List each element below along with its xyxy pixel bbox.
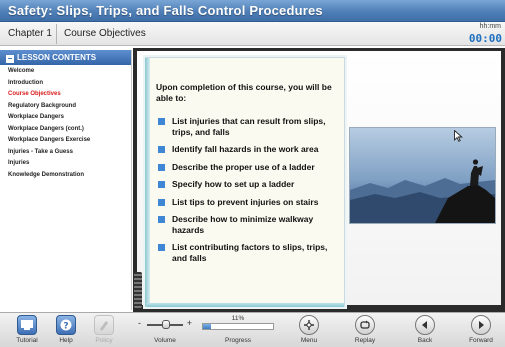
volume-caption: Volume bbox=[140, 337, 190, 344]
progress-bar bbox=[202, 323, 274, 330]
objective-item: Identify fall hazards in the work area bbox=[156, 144, 344, 155]
back-icon bbox=[415, 315, 435, 335]
objective-item: Describe how to minimize walkway hazards bbox=[156, 214, 344, 235]
lesson-item[interactable]: Regulatory Background bbox=[8, 101, 131, 113]
player-toolbar: Tutorial ? Help Policy - + Volume 11% Pr… bbox=[0, 312, 505, 347]
menu-button[interactable]: Menu bbox=[294, 315, 324, 344]
tutorial-label: Tutorial bbox=[16, 337, 38, 344]
forward-icon bbox=[471, 315, 491, 335]
progress-fill bbox=[203, 324, 211, 329]
progress-caption: Progress bbox=[212, 337, 264, 344]
back-label: Back bbox=[417, 337, 433, 344]
objectives-intro: Upon completion of this course, you will… bbox=[156, 82, 332, 103]
policy-button[interactable]: Policy bbox=[89, 315, 119, 344]
menu-icon bbox=[299, 315, 319, 335]
replay-label: Replay bbox=[354, 337, 376, 344]
objectives-panel: Upon completion of this course, you will… bbox=[134, 57, 345, 308]
lesson-item[interactable]: Knowledge Demonstration bbox=[8, 170, 131, 182]
help-label: Help bbox=[59, 337, 73, 344]
objective-item: Specify how to set up a ladder bbox=[156, 179, 344, 190]
help-icon: ? bbox=[56, 315, 76, 335]
tutorial-icon bbox=[17, 315, 37, 335]
progress-indicator: 11% bbox=[202, 315, 274, 330]
panel-edge bbox=[145, 58, 150, 306]
panel-edge bbox=[146, 303, 344, 307]
mountain-hiker-image bbox=[350, 128, 495, 223]
replay-button[interactable]: Replay bbox=[347, 315, 383, 344]
volume-down-icon[interactable]: - bbox=[138, 318, 141, 328]
mouse-pointer-icon bbox=[454, 130, 463, 142]
lesson-item[interactable]: Injuries - Take a Guess bbox=[8, 147, 131, 159]
timer-label: hh:mm bbox=[479, 23, 501, 30]
volume-up-icon[interactable]: + bbox=[187, 318, 192, 328]
hiker-photo bbox=[349, 127, 496, 224]
volume-slider[interactable]: - + bbox=[136, 318, 194, 329]
lesson-contents-title: LESSON CONTENTS bbox=[17, 53, 97, 62]
lesson-item[interactable]: Workplace Dangers Exercise bbox=[8, 135, 131, 147]
chapter-label: Chapter 1 bbox=[8, 28, 52, 39]
objective-item: Describe the proper use of a ladder bbox=[156, 162, 344, 173]
topic-label: Course Objectives bbox=[64, 28, 146, 39]
objective-item: List tips to prevent injuries on stairs bbox=[156, 197, 344, 208]
svg-text:?: ? bbox=[63, 322, 68, 332]
policy-icon bbox=[94, 315, 114, 335]
tutorial-button[interactable]: Tutorial bbox=[9, 315, 45, 344]
course-title: Safety: Slips, Trips, and Falls Control … bbox=[8, 3, 323, 18]
objective-item: List injuries that can result from slips… bbox=[156, 116, 344, 137]
lesson-item[interactable]: Workplace Dangers (cont.) bbox=[8, 124, 131, 136]
forward-label: Forward bbox=[469, 337, 493, 344]
back-button[interactable]: Back bbox=[410, 315, 440, 344]
lesson-contents-header[interactable]: − LESSON CONTENTS bbox=[0, 50, 131, 65]
progress-label: Progress bbox=[224, 337, 251, 344]
lesson-item[interactable]: Course Objectives bbox=[8, 89, 131, 101]
replay-icon bbox=[355, 315, 375, 335]
menu-label: Menu bbox=[300, 337, 318, 344]
lesson-list: Welcome Introduction Course Objectives Regu… bbox=[0, 65, 131, 181]
progress-percent: 11% bbox=[231, 315, 245, 322]
scroll-handle[interactable] bbox=[134, 272, 142, 308]
lesson-item[interactable]: Welcome bbox=[8, 66, 131, 78]
chapter-bar: Chapter 1 Course Objectives hh:mm 00:00 bbox=[0, 22, 505, 46]
divider bbox=[56, 24, 57, 44]
title-bar: Safety: Slips, Trips, and Falls Control … bbox=[0, 0, 505, 22]
lesson-contents-panel: − LESSON CONTENTS Welcome Introduction Cour… bbox=[0, 50, 132, 310]
lesson-item[interactable]: Injuries bbox=[8, 158, 131, 170]
collapse-icon[interactable]: − bbox=[6, 55, 14, 63]
objective-item: List contributing factors to slips, trip… bbox=[156, 242, 344, 263]
volume-label: Volume bbox=[154, 337, 176, 344]
policy-label: Policy bbox=[95, 337, 113, 344]
help-button[interactable]: ? Help bbox=[51, 315, 81, 344]
timer-value: 00:00 bbox=[468, 32, 502, 45]
forward-button[interactable]: Forward bbox=[463, 315, 499, 344]
lesson-item[interactable]: Workplace Dangers bbox=[8, 112, 131, 124]
volume-knob[interactable] bbox=[162, 320, 170, 329]
objective-list: List injuries that can result from slips… bbox=[156, 116, 344, 270]
lesson-item[interactable]: Introduction bbox=[8, 78, 131, 90]
